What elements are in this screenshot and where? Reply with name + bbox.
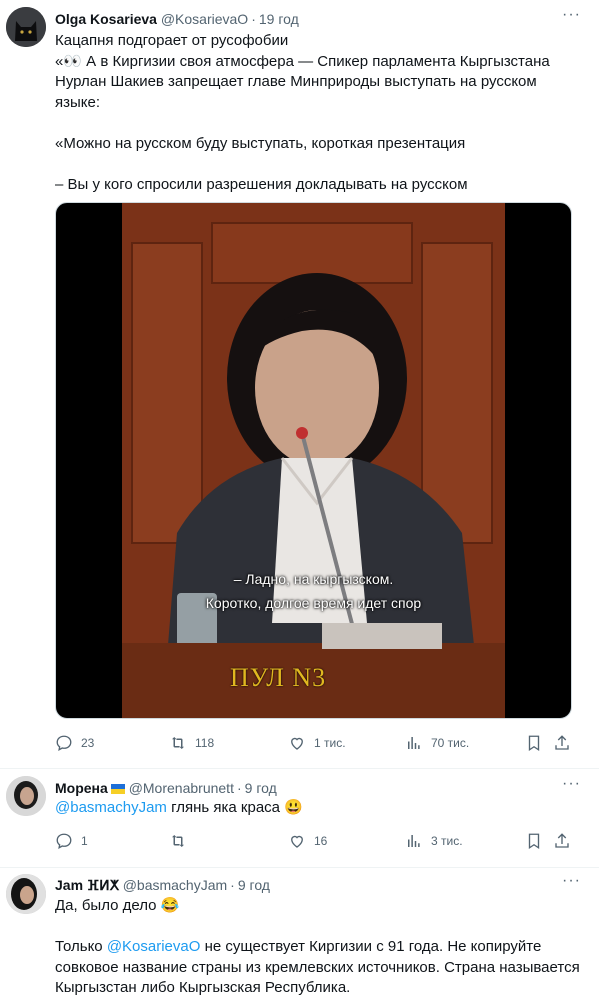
views-chart-icon [408,737,420,749]
timestamp[interactable]: 9 год [245,780,277,796]
tweet-text: Кацапня подгорает от русофобии «👀 А в Ки… [55,31,585,195]
reply-button[interactable]: 23 [55,734,94,752]
text-line: Кацапня подгорает от русофобии [55,32,289,49]
tweet-header: Морена @Morenabrunett · 9 год [55,780,277,796]
more-options-icon[interactable]: ··· [562,6,581,24]
avatar-photo-icon [6,776,46,816]
text-line: @basmachyJam глянь яка краса 😃 [55,798,585,819]
tweet-text: @basmachyJam глянь яка краса 😃 [55,798,585,819]
mention-link[interactable]: @basmachyJam [55,799,167,816]
retweet-button[interactable]: 118 [169,734,214,752]
like-button[interactable]: 16 [288,832,327,850]
like-count: 1 тис. [314,736,346,750]
tweet-header: Olga Kosarieva @KosarievaO · 19 год [55,11,299,27]
retweet-icon [172,737,184,749]
separator-dot: · [230,877,235,893]
share-icon [555,833,569,848]
display-name[interactable]: Jam ⴼⵍⵅ [55,877,119,893]
bookmark-button[interactable] [525,734,543,752]
video-media[interactable]: – Ладно, на кыргызском. Коротко, долгое … [55,202,572,719]
tweet-jam[interactable]: Jam ⴼⵍⵅ @basmachyJam · 9 год ··· Да, было … [0,868,599,1002]
text-before: Только [55,938,107,955]
separator-dot: · [251,11,256,27]
share-button[interactable] [553,832,571,850]
like-button[interactable]: 1 тис. [288,734,346,752]
video-frame[interactable]: – Ладно, на кыргызском. Коротко, долгое … [122,203,505,718]
more-options-icon[interactable]: ··· [562,872,581,890]
tweet-text: Да, было дело 😂 Только @KosarievaO не су… [55,896,585,999]
ukraine-flag-icon [110,784,125,794]
more-options-icon[interactable]: ··· [562,775,581,793]
reply-button[interactable]: 1 [55,832,88,850]
timestamp[interactable]: 9 год [238,877,270,893]
text-line [55,113,585,134]
text-line: – Вы у кого спросили разрешения докладыв… [55,175,468,193]
subtitle-line: – Ладно, на кыргызском. [233,571,394,587]
action-bar: 1 16 3 тис. [55,832,585,852]
text-paragraph: Только @KosarievaO не существует Киргизи… [55,937,585,999]
text-line: Да, было дело 😂 [55,897,180,914]
reply-count: 1 [81,834,88,848]
bookmark-icon [528,833,540,850]
user-handle[interactable]: @KosarievaO [161,11,248,27]
share-icon [555,735,569,750]
display-name[interactable]: Olga Kosarieva [55,11,157,27]
text-line: «Можно на русском буду выступать, коротк… [55,134,466,152]
text-line [55,917,585,938]
video-thumbnail-image [122,203,505,718]
tweet-morena[interactable]: Морена @Morenabrunett · 9 год ··· @basmach… [0,769,599,868]
reply-icon [56,735,72,752]
tweet-olga[interactable]: Olga Kosarieva @KosarievaO · 19 год ··· Ка… [0,0,599,769]
heart-icon [291,737,303,750]
user-handle[interactable]: @basmachyJam [123,877,227,893]
avatar[interactable] [6,7,46,47]
tweet-header: Jam ⴼⵍⵅ @basmachyJam · 9 год [55,877,270,894]
views-count: 3 тис. [431,834,463,848]
timestamp[interactable]: 19 год [259,11,299,27]
views-button[interactable]: 70 тис. [405,734,469,752]
retweet-button[interactable] [169,832,187,850]
reply-icon [56,833,72,850]
retweet-icon [172,835,184,847]
avatar[interactable] [6,776,46,816]
text-rest: глянь яка краса 😃 [166,799,303,816]
retweet-count: 118 [195,736,215,750]
share-button[interactable] [553,734,571,752]
views-button[interactable]: 3 тис. [405,832,463,850]
user-handle[interactable]: @Morenabrunett [129,780,234,796]
reply-count: 23 [81,736,95,750]
text-line [55,154,585,175]
views-chart-icon [408,835,420,847]
subtitle-line: Коротко, долгое время идет спор [205,595,422,611]
avatar[interactable] [6,874,46,914]
cat-avatar-icon [6,7,46,47]
heart-icon [291,835,303,848]
bookmark-icon [528,735,540,752]
views-count: 70 тис. [431,736,470,750]
mention-link[interactable]: @KosarievaO [107,938,201,955]
bookmark-button[interactable] [525,832,543,850]
separator-dot: · [236,780,242,796]
like-count: 16 [314,834,328,848]
watermark-text: ПУЛ N3 [230,663,327,692]
text-line: «👀 А в Киргизии своя атмосфера — Спикер … [55,52,550,111]
action-bar: 23 118 1 тис. 70 тис. [55,734,585,754]
avatar-photo-icon [6,874,46,914]
display-name[interactable]: Морена [55,780,108,796]
